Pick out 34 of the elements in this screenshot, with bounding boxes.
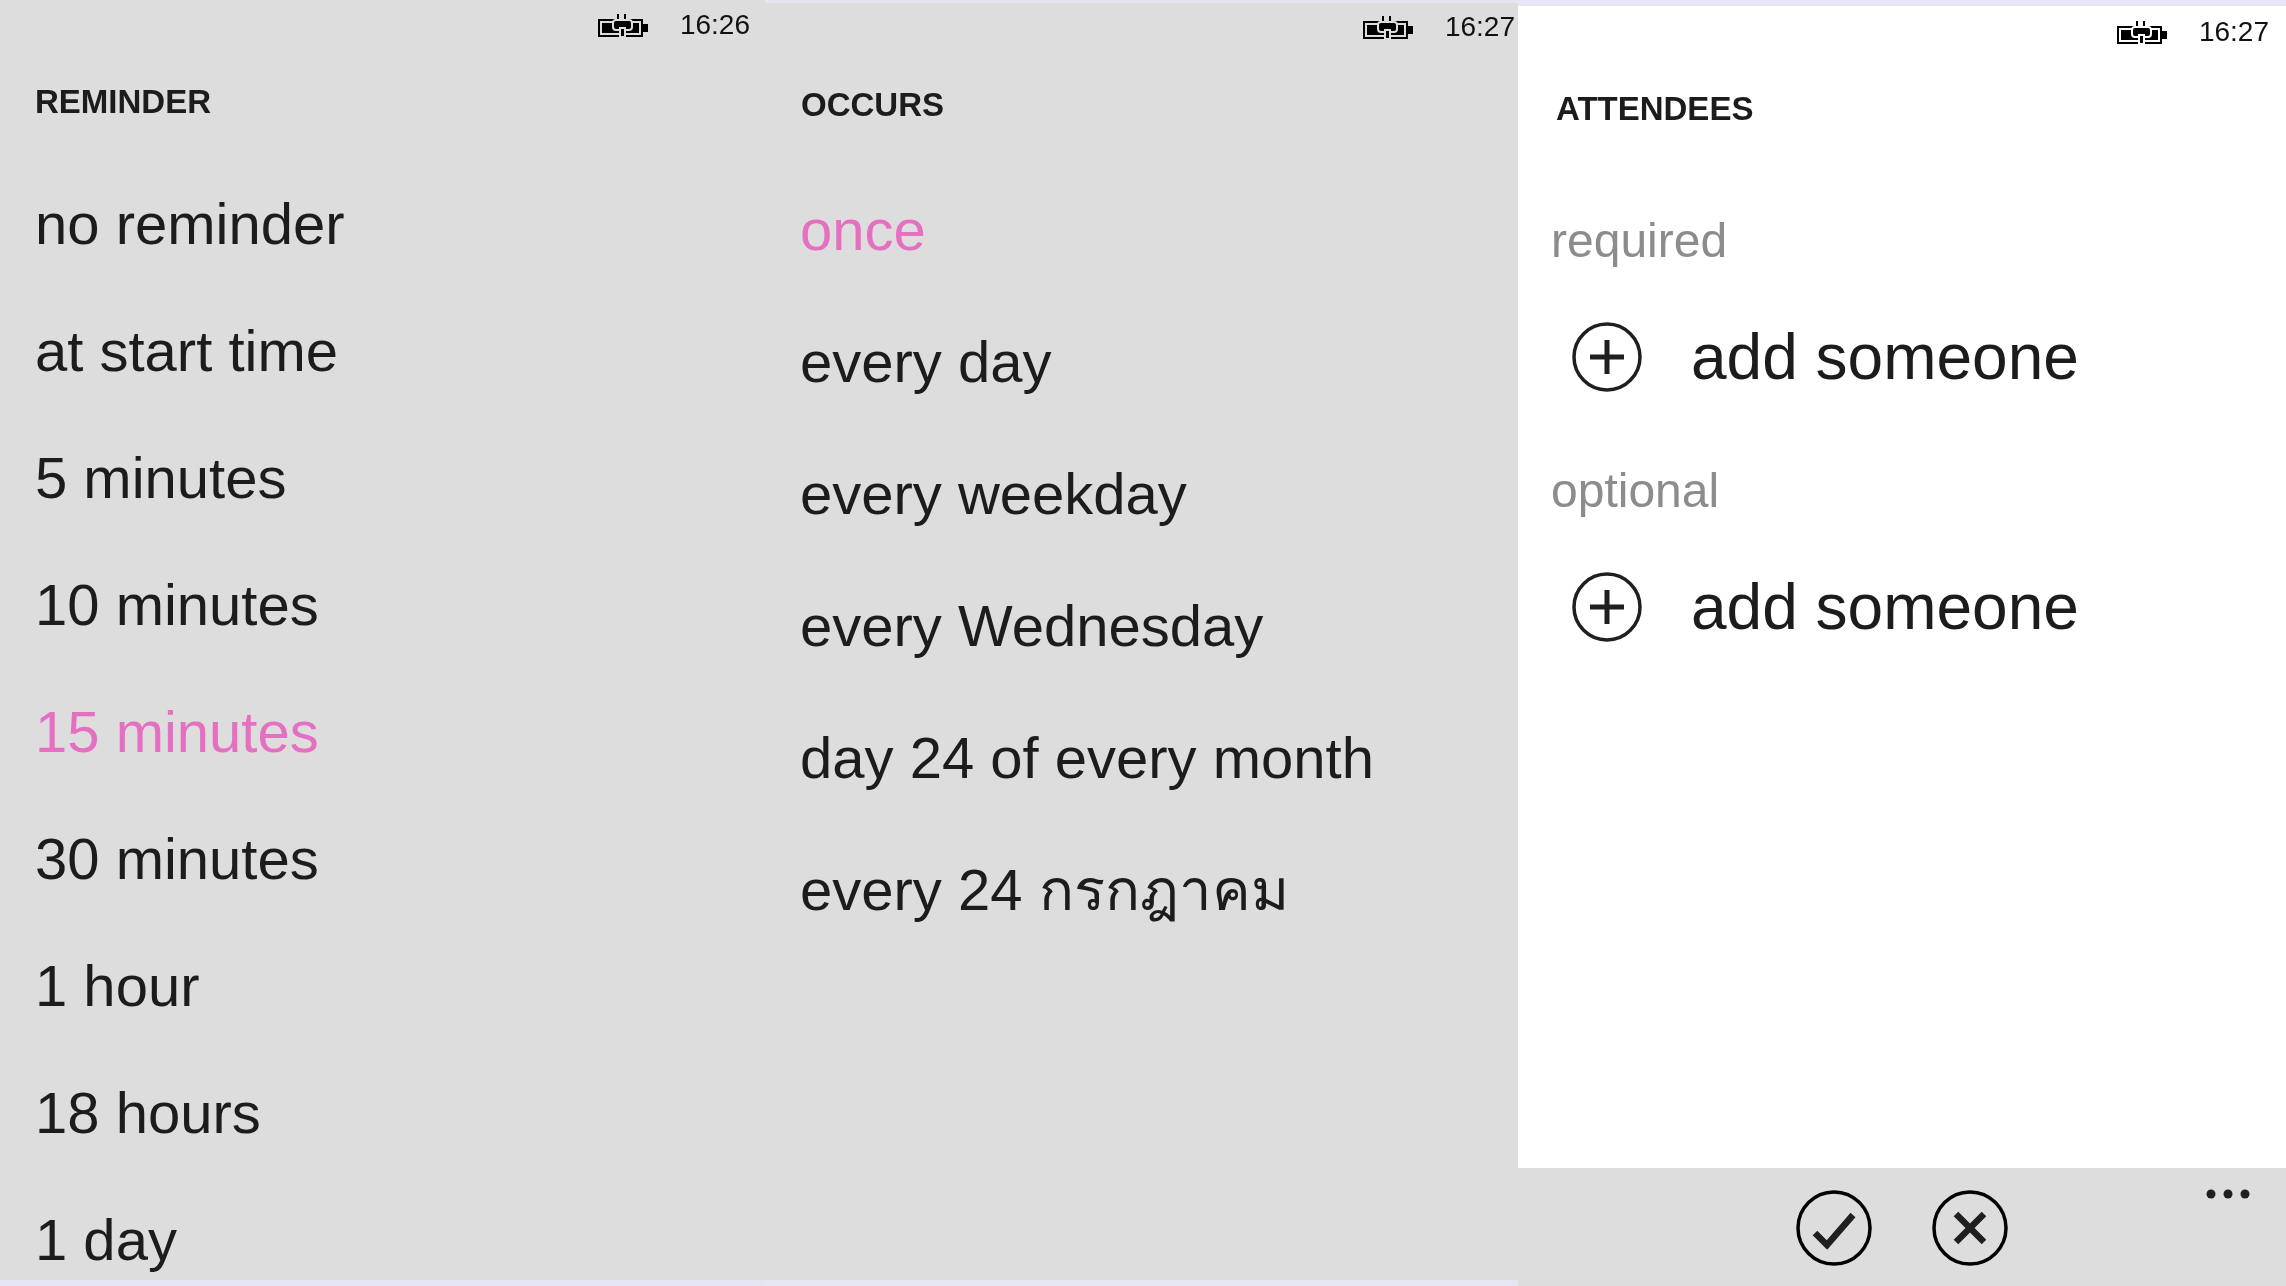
- status-time: 16:26: [679, 9, 750, 41]
- check-icon: [1796, 1190, 1872, 1266]
- reminder-option[interactable]: 10 minutes: [35, 573, 319, 637]
- recurrence-option[interactable]: every day: [800, 330, 1052, 394]
- reminder-option[interactable]: 18 hours: [35, 1081, 261, 1145]
- more-button[interactable]: [2206, 1189, 2250, 1199]
- recurrence-option[interactable]: day 24 of every month: [800, 726, 1374, 790]
- add-icon: [1572, 572, 1642, 642]
- recurrence-option[interactable]: every Wednesday: [800, 594, 1264, 658]
- reminder-option[interactable]: 1 hour: [35, 954, 200, 1018]
- group-label: optional: [1550, 463, 1720, 519]
- group-label: required: [1550, 213, 1728, 269]
- reminder-option[interactable]: no reminder: [35, 192, 345, 256]
- recurrence-option[interactable]: every 24 กรกฎาคม: [800, 858, 1289, 922]
- screen-title: ATTENDEES: [1555, 89, 1755, 129]
- reminder-option[interactable]: 5 minutes: [35, 446, 287, 510]
- add-icon: [1572, 322, 1642, 392]
- reminder-option[interactable]: 1 day: [35, 1208, 177, 1272]
- battery-charging-icon: [1362, 13, 1415, 40]
- reminder-option[interactable]: at start time: [35, 319, 338, 383]
- battery-charging-icon: [597, 12, 650, 38]
- add-someone-button[interactable]: add someone: [1572, 569, 2079, 645]
- reminder-option[interactable]: 30 minutes: [35, 827, 319, 891]
- screen-title: REMINDER: [34, 82, 212, 122]
- battery-charging-icon: [2116, 19, 2169, 45]
- cancel-button[interactable]: [1932, 1190, 2008, 1266]
- screen-title: OCCURS: [800, 85, 945, 125]
- confirm-button[interactable]: [1796, 1190, 1872, 1266]
- status-time: 16:27: [1444, 10, 1515, 43]
- add-someone-button[interactable]: add someone: [1572, 319, 2079, 395]
- recurrence-option[interactable]: every weekday: [800, 462, 1187, 526]
- more-icon: [2206, 1189, 2250, 1199]
- close-icon: [1932, 1190, 2008, 1266]
- status-time: 16:27: [2198, 16, 2269, 48]
